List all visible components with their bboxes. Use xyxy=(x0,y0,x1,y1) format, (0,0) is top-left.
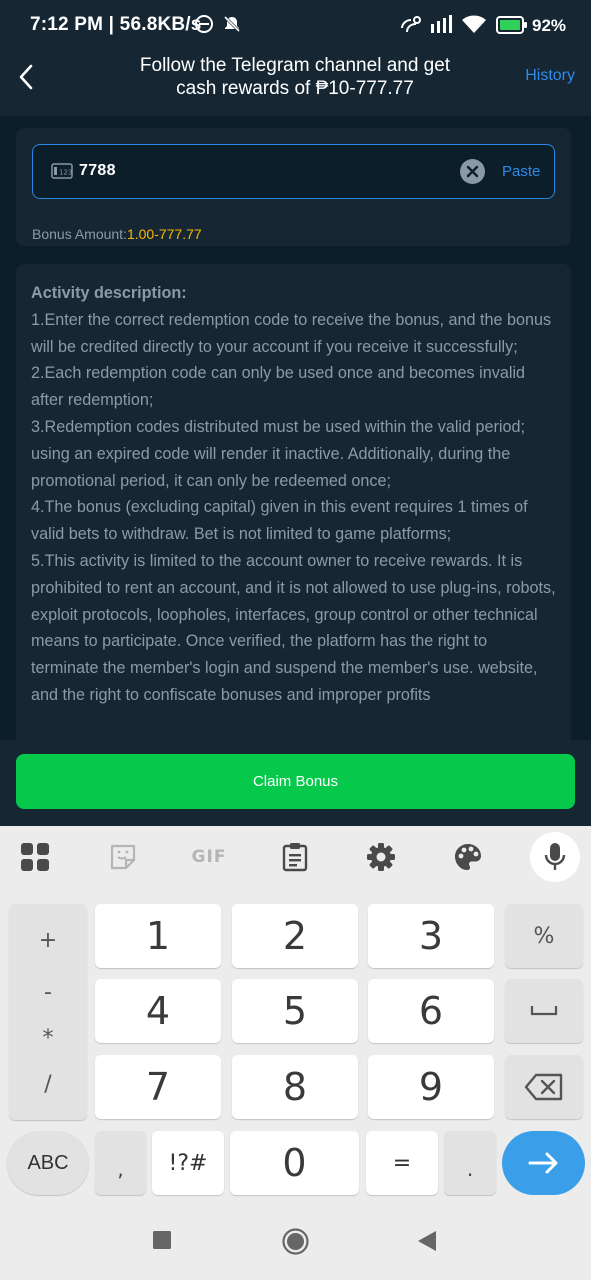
space-key[interactable] xyxy=(505,979,583,1043)
key-9[interactable]: 9 xyxy=(368,1055,494,1119)
keyboard-toolbar: GIF xyxy=(0,826,591,890)
page-title-line2: cash rewards of ₱10-777.77 xyxy=(176,78,414,99)
equals-key[interactable]: = xyxy=(366,1131,438,1195)
description-item: 2.Each redemption code can only be used … xyxy=(31,364,526,410)
status-bar: 7:12 PM | 56.8KB/s 92% xyxy=(0,0,591,50)
description-item: 3.Redemption codes distributed must be u… xyxy=(31,417,526,490)
page-title-line1: Follow the Telegram channel and get xyxy=(139,55,451,76)
activity-description: Activity description: 1.Enter the correc… xyxy=(31,280,559,709)
key-2[interactable]: 2 xyxy=(232,904,358,968)
close-icon xyxy=(466,165,479,178)
redemption-code-input[interactable]: 123 7788 Paste xyxy=(32,144,555,199)
symbols-key[interactable]: !?# xyxy=(152,1131,224,1195)
recents-button[interactable] xyxy=(152,1230,172,1255)
clipboard-icon[interactable] xyxy=(278,840,312,874)
keyboard: GIF + - * / 1 2 3 % 4 5 6 7 8 9 ABC , !? xyxy=(0,826,591,1208)
minus-key[interactable]: - xyxy=(9,980,87,1005)
signal-icon xyxy=(430,14,456,39)
abc-key[interactable]: ABC xyxy=(7,1131,89,1195)
chevron-left-icon xyxy=(19,64,33,90)
back-nav-button[interactable] xyxy=(416,1230,438,1257)
gif-label: GIF xyxy=(191,847,227,867)
clear-button[interactable] xyxy=(460,159,485,184)
page-title: Follow the Telegram channel and get cash… xyxy=(120,54,470,100)
key-8[interactable]: 8 xyxy=(232,1055,358,1119)
apps-icon[interactable] xyxy=(18,840,52,874)
paste-button[interactable]: Paste xyxy=(502,163,540,180)
comma-key[interactable]: , xyxy=(95,1131,146,1195)
vo-wifi-icon xyxy=(398,14,424,39)
plus-key[interactable]: + xyxy=(9,928,87,953)
square-icon xyxy=(153,1231,171,1249)
voice-input-button[interactable] xyxy=(530,832,580,882)
period-key[interactable]: . xyxy=(444,1131,496,1195)
app-header: Follow the Telegram channel and get cash… xyxy=(0,50,591,116)
bonus-label: Bonus Amount: xyxy=(32,226,127,242)
key-7[interactable]: 7 xyxy=(95,1055,221,1119)
backspace-icon xyxy=(524,1073,563,1101)
back-button[interactable] xyxy=(14,62,40,92)
space-icon xyxy=(530,1006,558,1016)
code-icon: 123 xyxy=(51,163,73,184)
bonus-range: 1.00-777.77 xyxy=(126,226,202,242)
circle-icon xyxy=(282,1228,309,1255)
redeem-card: 123 7788 Paste Bonus Amount:1.00-777.77 xyxy=(16,128,571,246)
triangle-back-icon xyxy=(418,1231,436,1251)
settings-icon[interactable] xyxy=(364,840,398,874)
status-time: 7:12 PM | 56.8KB/s xyxy=(30,14,202,35)
claim-bar: Claim Bonus xyxy=(0,740,591,826)
history-link[interactable]: History xyxy=(525,67,575,85)
key-6[interactable]: 6 xyxy=(368,979,494,1043)
backspace-key[interactable] xyxy=(505,1055,583,1119)
activity-description-card: Activity description: 1.Enter the correc… xyxy=(16,264,571,740)
description-item: 5.This activity is limited to the accoun… xyxy=(31,551,556,704)
claim-bonus-button[interactable]: Claim Bonus xyxy=(16,754,575,809)
battery-icon xyxy=(496,15,528,40)
svg-text:123: 123 xyxy=(59,169,72,177)
multiply-key[interactable]: * xyxy=(9,1026,87,1051)
main-content: 123 7788 Paste Bonus Amount:1.00-777.77 … xyxy=(0,116,591,740)
mic-icon xyxy=(544,843,566,870)
percent-key[interactable]: % xyxy=(505,904,583,968)
operator-keys: + - * / xyxy=(9,904,87,1120)
arrow-right-icon xyxy=(528,1152,557,1174)
theme-icon[interactable] xyxy=(451,840,485,874)
system-nav-bar xyxy=(0,1208,591,1280)
bonus-amount: Bonus Amount:1.00-777.77 xyxy=(32,226,202,242)
key-5[interactable]: 5 xyxy=(232,979,358,1043)
description-title: Activity description: xyxy=(31,284,187,302)
description-item: 4.The bonus (excluding capital) given in… xyxy=(31,498,528,544)
key-0[interactable]: 0 xyxy=(230,1131,359,1195)
wifi-icon xyxy=(461,14,487,39)
key-1[interactable]: 1 xyxy=(95,904,221,968)
enter-key[interactable] xyxy=(502,1131,585,1195)
sticker-icon[interactable] xyxy=(106,840,140,874)
battery-percent: 92% xyxy=(532,16,567,35)
mute-icon xyxy=(222,14,242,39)
key-3[interactable]: 3 xyxy=(368,904,494,968)
gif-icon[interactable]: GIF xyxy=(190,840,228,874)
description-item: 1.Enter the correct redemption code to r… xyxy=(31,310,552,356)
key-4[interactable]: 4 xyxy=(95,979,221,1043)
home-button[interactable] xyxy=(282,1228,309,1260)
code-value: 7788 xyxy=(79,162,116,179)
divide-key[interactable]: / xyxy=(9,1072,87,1097)
dnd-icon xyxy=(194,14,214,39)
